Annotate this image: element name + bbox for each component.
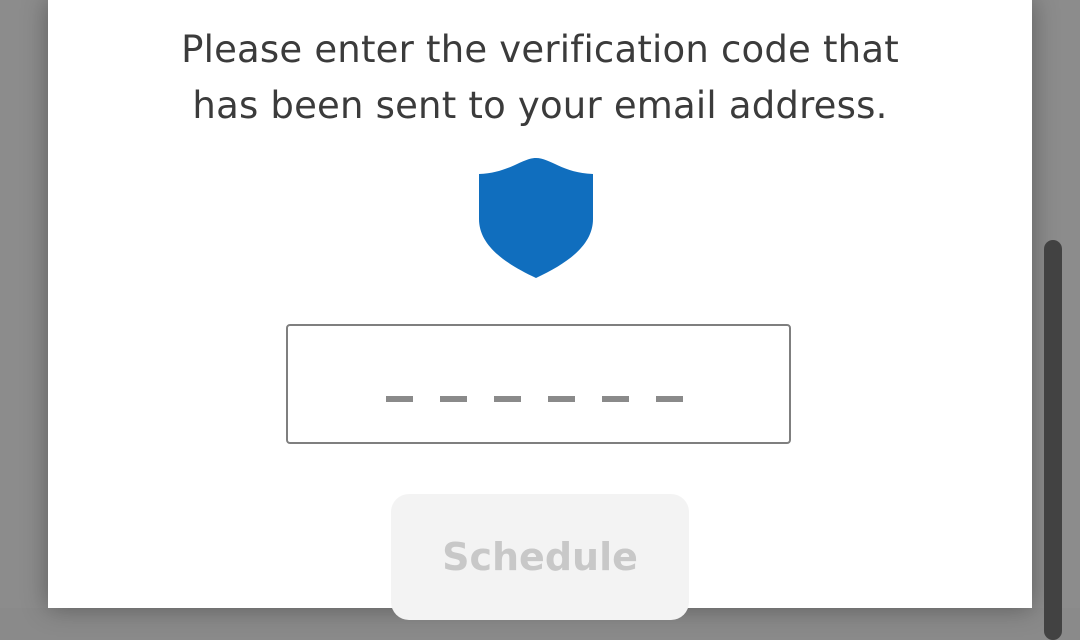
verification-dialog: Please enter the verification code that … xyxy=(48,0,1032,620)
schedule-button[interactable]: Schedule xyxy=(391,494,689,620)
verification-message: Please enter the verification code that … xyxy=(48,22,1032,134)
shield-icon xyxy=(479,158,593,278)
verification-code-input[interactable] xyxy=(288,326,793,444)
scrollbar-thumb[interactable] xyxy=(1044,240,1062,640)
verification-code-field[interactable] xyxy=(286,324,793,444)
message-line-1: Please enter the verification code that xyxy=(181,28,899,71)
message-line-2: has been sent to your email address. xyxy=(192,84,888,127)
